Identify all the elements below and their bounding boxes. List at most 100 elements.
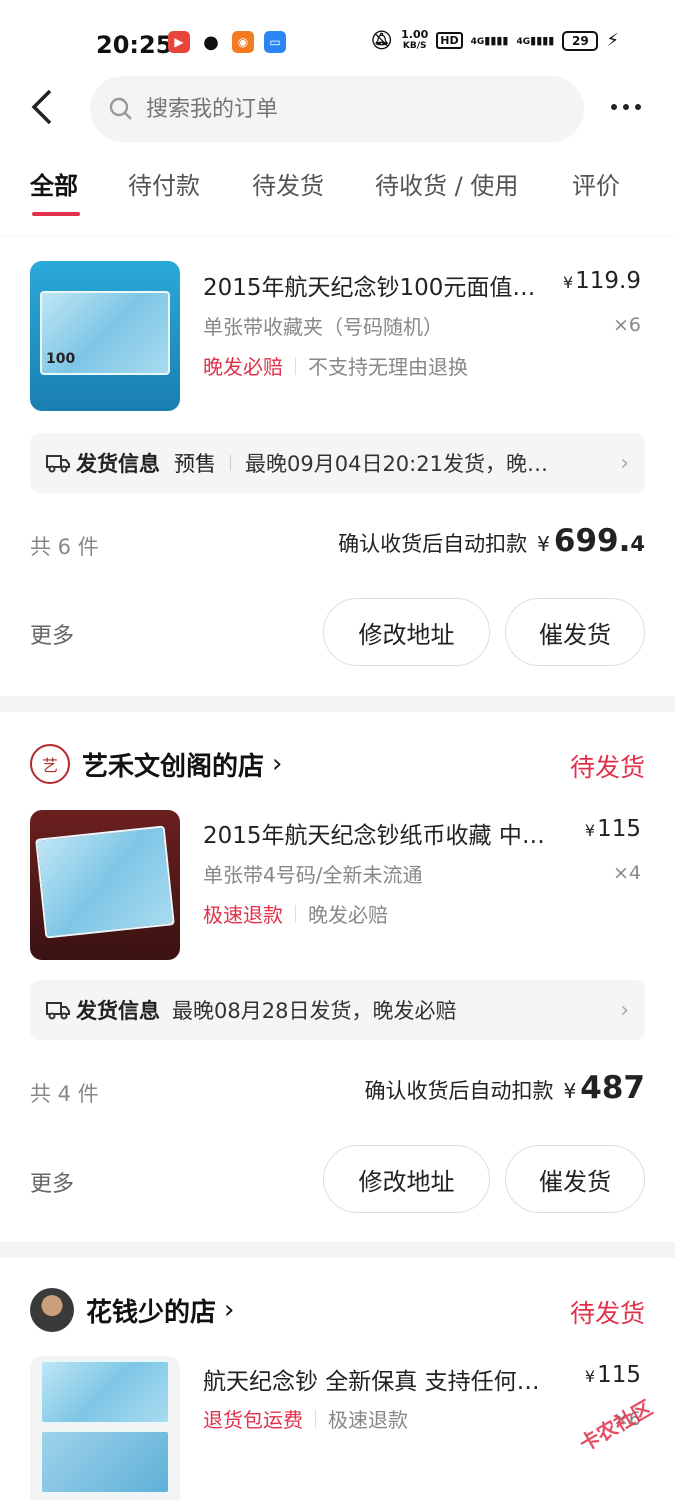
top-bar: 20:25 ▶ ● ◉ ▭ 🔕︎ 1.00 KB/S HD 4G▮▮▮▮ 4G▮…: [0, 0, 675, 235]
service-tag-no-return: 不支持无理由退换: [308, 355, 468, 379]
chevron-right-icon: ›: [272, 749, 283, 779]
product-price: ¥115: [585, 1362, 641, 1388]
status-app-icons: ▶ ● ◉ ▭: [168, 31, 286, 53]
more-actions[interactable]: 更多: [30, 618, 74, 650]
order-card: 100 2015年航天纪念钞100元面值… ¥119.9 单张带收藏夹（号码随机…: [0, 236, 675, 696]
product-qty: ×6: [612, 314, 641, 336]
modify-address-button[interactable]: 修改地址: [323, 598, 490, 666]
service-tag-free-return-shipping: 退货包运费: [203, 1408, 303, 1432]
signal-label-1: 4G: [470, 37, 485, 47]
product-thumbnail[interactable]: 100: [30, 261, 180, 411]
auto-pay-total: 确认收货后自动扣款 ¥ 699. 4: [338, 523, 645, 559]
truck-icon: [46, 455, 70, 473]
status-indicators: 🔕︎ 1.00 KB/S HD 4G▮▮▮▮ 4G▮▮▮▮ 29 ⚡︎: [370, 29, 619, 51]
tab-pending-receipt[interactable]: 待收货 / 使用: [375, 166, 518, 201]
shop-avatar: [30, 1288, 74, 1332]
signal-icon-2: 4G▮▮▮▮: [516, 34, 555, 47]
product-spec: 单张带4号码/全新未流通: [203, 863, 423, 887]
service-tag-late-compensation: 晚发必赔: [203, 355, 283, 379]
truck-icon: [46, 1002, 70, 1020]
price-currency: ¥: [584, 821, 596, 840]
price-value: 115: [597, 816, 641, 842]
battery-icon: 29: [562, 30, 599, 51]
chevron-right-icon: ›: [620, 997, 629, 1023]
price-value: 119.9: [575, 268, 641, 294]
more-menu-icon[interactable]: [611, 104, 641, 110]
shipping-divider: [230, 455, 231, 471]
service-tag-fast-refund: 极速退款: [328, 1408, 408, 1432]
shop-header[interactable]: 艺 艺禾文创阁的店 ›: [30, 742, 282, 786]
shipping-info-label: 发货信息: [76, 452, 160, 476]
product-title[interactable]: 2015年航天纪念钞纸币收藏 中…: [203, 816, 555, 850]
total-amount: 699.: [553, 523, 631, 559]
product-thumbnail[interactable]: [30, 810, 180, 960]
signal-icon-1: 4G▮▮▮▮: [470, 34, 509, 47]
shop-header[interactable]: 花钱少的店 ›: [30, 1288, 234, 1332]
search-icon: [109, 97, 132, 120]
item-count: 共 4 件: [30, 1082, 99, 1106]
auto-pay-label: 确认收货后自动扣款: [338, 532, 528, 556]
order-card: 艺 艺禾文创阁的店 › 待发货 2015年航天纪念钞纸币收藏 中… ¥115 单…: [0, 712, 675, 1242]
auto-pay-label: 确认收货后自动扣款: [364, 1079, 554, 1103]
product-title[interactable]: 航天纪念钞 全新保真 支持任何…: [203, 1362, 555, 1396]
product-price: ¥119.9: [563, 268, 641, 294]
search-bar[interactable]: [90, 76, 584, 142]
hd-badge: HD: [436, 32, 463, 49]
tab-pending-payment[interactable]: 待付款: [128, 166, 200, 201]
tab-all[interactable]: 全部: [30, 166, 78, 201]
shipping-deadline: 最晚09月04日20:21发货，晚…: [245, 452, 548, 476]
shipping-info-label: 发货信息: [76, 999, 160, 1023]
tag-divider: [295, 356, 296, 375]
tab-pending-shipment[interactable]: 待发货: [252, 166, 324, 201]
order-status: 待发货: [569, 753, 645, 782]
active-tab-indicator: [32, 212, 80, 216]
signal-label-2: 4G: [516, 37, 531, 47]
product-qty: ×4: [612, 862, 641, 884]
total-amount: 487: [580, 1070, 645, 1106]
banknote-denomination: 100: [46, 351, 76, 367]
camera-app-icon: ◉: [232, 31, 254, 53]
shop-name: 艺禾文创阁的店: [82, 751, 265, 782]
urge-shipment-button[interactable]: 催发货: [505, 598, 645, 666]
message-app-icon: ▭: [264, 31, 286, 53]
price-value: 115: [597, 1362, 641, 1388]
product-spec: 单张带收藏夹（号码随机）: [203, 315, 443, 339]
price-currency: ¥: [584, 1367, 596, 1386]
auto-pay-total: 确认收货后自动扣款 ¥ 487: [365, 1070, 645, 1106]
video-app-icon: ▶: [168, 31, 190, 53]
back-arrow-icon[interactable]: [30, 88, 60, 128]
shop-name: 花钱少的店: [86, 1297, 217, 1328]
order-card: 花钱少的店 › 待发货 航天纪念钞 全新保真 支持任何… ¥115 退货包运费 …: [0, 1258, 675, 1500]
battery-level: 29: [572, 33, 589, 48]
total-currency: ¥: [563, 1079, 577, 1103]
product-price: ¥115: [585, 816, 641, 842]
shipping-deadline: 最晚08月28日发货，晚发必赔: [172, 999, 457, 1023]
tab-review[interactable]: 评价: [572, 166, 620, 201]
urge-shipment-button[interactable]: 催发货: [505, 1145, 645, 1213]
shop-logo: 艺: [30, 744, 70, 784]
service-tags: 退货包运费 极速退款: [203, 1404, 408, 1433]
net-speed-unit: KB/S: [402, 41, 427, 51]
banknote-image: [40, 1360, 170, 1424]
service-tag-late-compensation: 晚发必赔: [308, 903, 388, 927]
mute-icon: 🔕︎: [370, 30, 394, 51]
product-thumbnail[interactable]: [30, 1356, 180, 1500]
chevron-right-icon: ›: [224, 1295, 235, 1325]
shipping-info-row[interactable]: 发货信息 预售 最晚09月04日20:21发货，晚… ›: [30, 433, 645, 493]
net-speed: 1.00 KB/S: [401, 29, 428, 51]
modify-address-button[interactable]: 修改地址: [323, 1145, 490, 1213]
shipping-info-row[interactable]: 发货信息 最晚08月28日发货，晚发必赔 ›: [30, 980, 645, 1040]
product-title[interactable]: 2015年航天纪念钞100元面值…: [203, 268, 555, 302]
tag-divider: [315, 1409, 316, 1428]
tag-divider: [295, 904, 296, 923]
service-tag-fast-refund: 极速退款: [203, 903, 283, 927]
item-count: 共 6 件: [30, 535, 99, 559]
order-tabs: 全部 待付款 待发货 待收货 / 使用 评价: [0, 166, 675, 216]
charging-icon: ⚡︎: [606, 30, 619, 51]
search-input[interactable]: [146, 96, 546, 122]
presale-label: 预售: [174, 452, 216, 476]
more-actions[interactable]: 更多: [30, 1166, 74, 1198]
price-currency: ¥: [562, 273, 574, 292]
wechat-icon: ●: [200, 31, 222, 53]
status-bar: 20:25 ▶ ● ◉ ▭ 🔕︎ 1.00 KB/S HD 4G▮▮▮▮ 4G▮…: [0, 22, 675, 68]
